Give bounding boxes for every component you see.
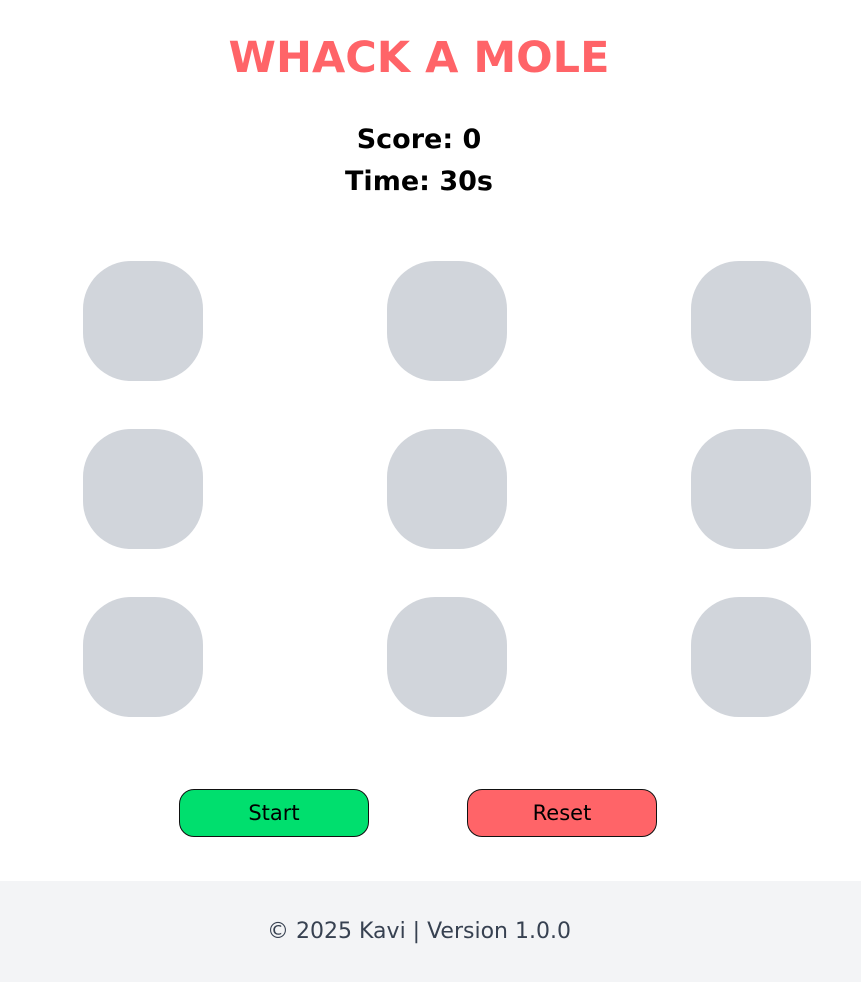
mole-hole-3[interactable] [691, 261, 811, 381]
mole-hole-7[interactable] [83, 597, 203, 717]
footer-copyright: © 2025 Kavi | Version 1.0.0 [267, 919, 571, 944]
timer-display: Time: 30s [345, 166, 493, 197]
game-title: WHACK A MOLE [228, 33, 610, 83]
footer: © 2025 Kavi | Version 1.0.0 [0, 881, 861, 982]
mole-hole-2[interactable] [387, 261, 507, 381]
mole-hole-9[interactable] [691, 597, 811, 717]
start-button[interactable]: Start [179, 789, 369, 837]
score-display: Score: 0 [356, 124, 482, 155]
mole-hole-1[interactable] [83, 261, 203, 381]
mole-hole-8[interactable] [387, 597, 507, 717]
mole-hole-4[interactable] [83, 429, 203, 549]
reset-button[interactable]: Reset [467, 789, 657, 837]
mole-hole-6[interactable] [691, 429, 811, 549]
mole-hole-5[interactable] [387, 429, 507, 549]
